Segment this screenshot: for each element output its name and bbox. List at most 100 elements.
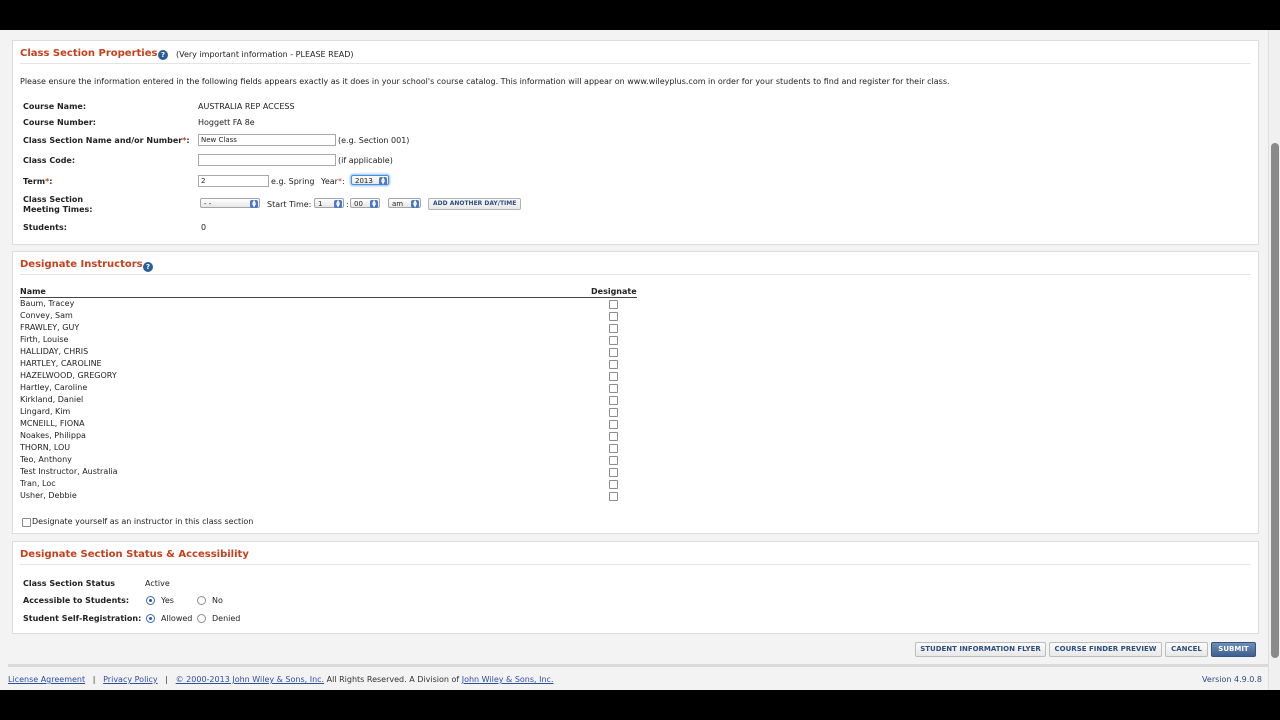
panel-title-properties: Class Section Properties xyxy=(20,48,158,59)
self-registration-denied-label: Denied xyxy=(212,614,241,623)
add-another-day-time-button[interactable]: ADD ANOTHER DAY/TIME xyxy=(428,198,522,210)
year-select[interactable]: 2013 ▲ ▼ xyxy=(351,175,389,186)
course-finder-preview-button[interactable]: COURSE FINDER PREVIEW xyxy=(1049,642,1162,657)
section-name-hint: (e.g. Section 001) xyxy=(338,136,410,145)
column-header-designate: Designate xyxy=(591,287,637,296)
select-arrows-icon: ▲ ▼ xyxy=(411,200,419,209)
student-information-flyer-button[interactable]: STUDENT INFORMATION FLYER xyxy=(915,642,1046,657)
instructor-name: Firth, Louise xyxy=(20,335,69,344)
instructor-name: Hartley, Caroline xyxy=(20,383,88,392)
designate-checkbox[interactable] xyxy=(609,372,618,381)
course-name-value: AUSTRALIA REP ACCESS xyxy=(198,102,295,111)
column-header-name: Name xyxy=(20,287,46,296)
section-status-panel: Designate Section Status & Accessibility… xyxy=(12,541,1259,634)
designate-checkbox[interactable] xyxy=(609,432,618,441)
question-help-icon[interactable]: ? xyxy=(158,50,168,60)
question-help-icon[interactable]: ? xyxy=(143,262,153,272)
accessible-yes-radio[interactable] xyxy=(146,596,155,605)
footer-separator: | xyxy=(165,675,168,684)
term-hint: e.g. Spring xyxy=(271,177,315,186)
scrollbar-thumb[interactable] xyxy=(1271,143,1279,658)
instructor-row: Baum, Tracey xyxy=(20,299,640,311)
designate-checkbox[interactable] xyxy=(609,348,618,357)
select-arrows-icon: ▲ ▼ xyxy=(250,200,258,209)
copyright-link[interactable]: © 2000-2013 John Wiley & Sons, Inc. xyxy=(176,675,324,684)
section-name-label: Class Section Name and/or Number*: xyxy=(23,136,190,145)
divider xyxy=(20,274,1251,275)
instructor-name: Lingard, Kim xyxy=(20,407,71,416)
designate-checkbox[interactable] xyxy=(609,492,618,501)
designate-checkbox[interactable] xyxy=(609,408,618,417)
page: Class Section Properties ? (Very importa… xyxy=(0,30,1268,690)
instructor-row: Kirkland, Daniel xyxy=(20,395,640,407)
year-select-value: 2013 xyxy=(355,177,373,185)
designate-self-checkbox[interactable] xyxy=(22,518,31,527)
instructor-name: Teo, Anthony xyxy=(20,455,72,464)
select-arrows-icon: ▲ ▼ xyxy=(334,200,342,209)
instructor-row: HAZELWOOD, GREGORY xyxy=(20,371,640,383)
instructor-name: Test Instructor, Australia xyxy=(20,467,118,476)
day-select[interactable]: - - ▲ ▼ xyxy=(200,198,260,209)
students-label: Students: xyxy=(23,223,67,232)
instructor-name: HALLIDAY, CHRIS xyxy=(20,347,89,356)
division-link[interactable]: John Wiley & Sons, Inc. xyxy=(462,675,554,684)
designate-checkbox[interactable] xyxy=(609,336,618,345)
accessible-label: Accessible to Students: xyxy=(23,596,130,605)
class-code-label: Class Code: xyxy=(23,156,76,165)
ampm-select[interactable]: am ▲ ▼ xyxy=(388,198,421,209)
designate-checkbox[interactable] xyxy=(609,456,618,465)
minute-select[interactable]: 00 ▲ ▼ xyxy=(350,198,380,209)
instructor-row: Firth, Louise xyxy=(20,335,640,347)
self-registration-allowed-radio[interactable] xyxy=(146,614,155,623)
day-select-value: - - xyxy=(204,200,212,208)
instructor-row: Test Instructor, Australia xyxy=(20,467,640,479)
vertical-scrollbar[interactable] xyxy=(1268,30,1280,690)
browser-viewport: Class Section Properties ? (Very importa… xyxy=(0,30,1280,690)
term-input[interactable]: 2 xyxy=(198,175,269,187)
meeting-times-label-1: Class Section xyxy=(23,195,84,204)
instructor-name: HARTLEY, CAROLINE xyxy=(20,359,102,368)
instructor-table-header-rule xyxy=(20,297,637,298)
designate-checkbox[interactable] xyxy=(609,384,618,393)
self-registration-label: Student Self-Registration: xyxy=(23,614,142,623)
class-code-input[interactable] xyxy=(198,154,336,166)
class-section-status-label: Class Section Status xyxy=(23,579,116,588)
required-mark: * xyxy=(45,177,50,186)
designate-checkbox[interactable] xyxy=(609,396,618,405)
instructor-row: Teo, Anthony xyxy=(20,455,640,467)
privacy-policy-link[interactable]: Privacy Policy xyxy=(103,675,158,684)
instructor-name: Kirkland, Daniel xyxy=(20,395,84,404)
instructor-name: Convey, Sam xyxy=(20,311,73,320)
instructor-row: Tran, Loc xyxy=(20,479,640,491)
instructor-name: MCNEILL, FIONA xyxy=(20,419,85,428)
instructor-name: Baum, Tracey xyxy=(20,299,75,308)
instructor-row: Usher, Debbie xyxy=(20,491,640,503)
designate-checkbox[interactable] xyxy=(609,324,618,333)
footer-divider xyxy=(8,664,1268,667)
rights-text: All Rights Reserved. A Division of xyxy=(326,675,460,684)
section-name-input[interactable]: New Class xyxy=(198,134,336,146)
instructor-name: Usher, Debbie xyxy=(20,491,77,500)
designate-checkbox[interactable] xyxy=(609,468,618,477)
minute-select-value: 00 xyxy=(354,200,363,208)
designate-checkbox[interactable] xyxy=(609,480,618,489)
course-number-value: Hoggett FA 8e xyxy=(198,118,255,127)
submit-button[interactable]: SUBMIT xyxy=(1211,642,1256,657)
designate-checkbox[interactable] xyxy=(609,420,618,429)
accessible-no-radio[interactable] xyxy=(197,596,206,605)
designate-checkbox[interactable] xyxy=(609,312,618,321)
self-registration-denied-radio[interactable] xyxy=(197,614,206,623)
designate-checkbox[interactable] xyxy=(609,300,618,309)
instructor-row: HARTLEY, CAROLINE xyxy=(20,359,640,371)
section-name-label-text: Class Section Name and/or Number xyxy=(23,136,183,145)
divider xyxy=(20,63,1251,64)
designate-checkbox[interactable] xyxy=(609,444,618,453)
cancel-button[interactable]: CANCEL xyxy=(1165,642,1208,657)
required-mark: * xyxy=(337,177,342,186)
year-label: Year*: xyxy=(321,177,345,186)
accessible-yes-label: Yes xyxy=(161,596,174,605)
hour-select[interactable]: 1 ▲ ▼ xyxy=(314,198,344,209)
license-agreement-link[interactable]: License Agreement xyxy=(8,675,85,684)
select-arrows-icon: ▲ ▼ xyxy=(379,177,387,186)
designate-checkbox[interactable] xyxy=(609,360,618,369)
